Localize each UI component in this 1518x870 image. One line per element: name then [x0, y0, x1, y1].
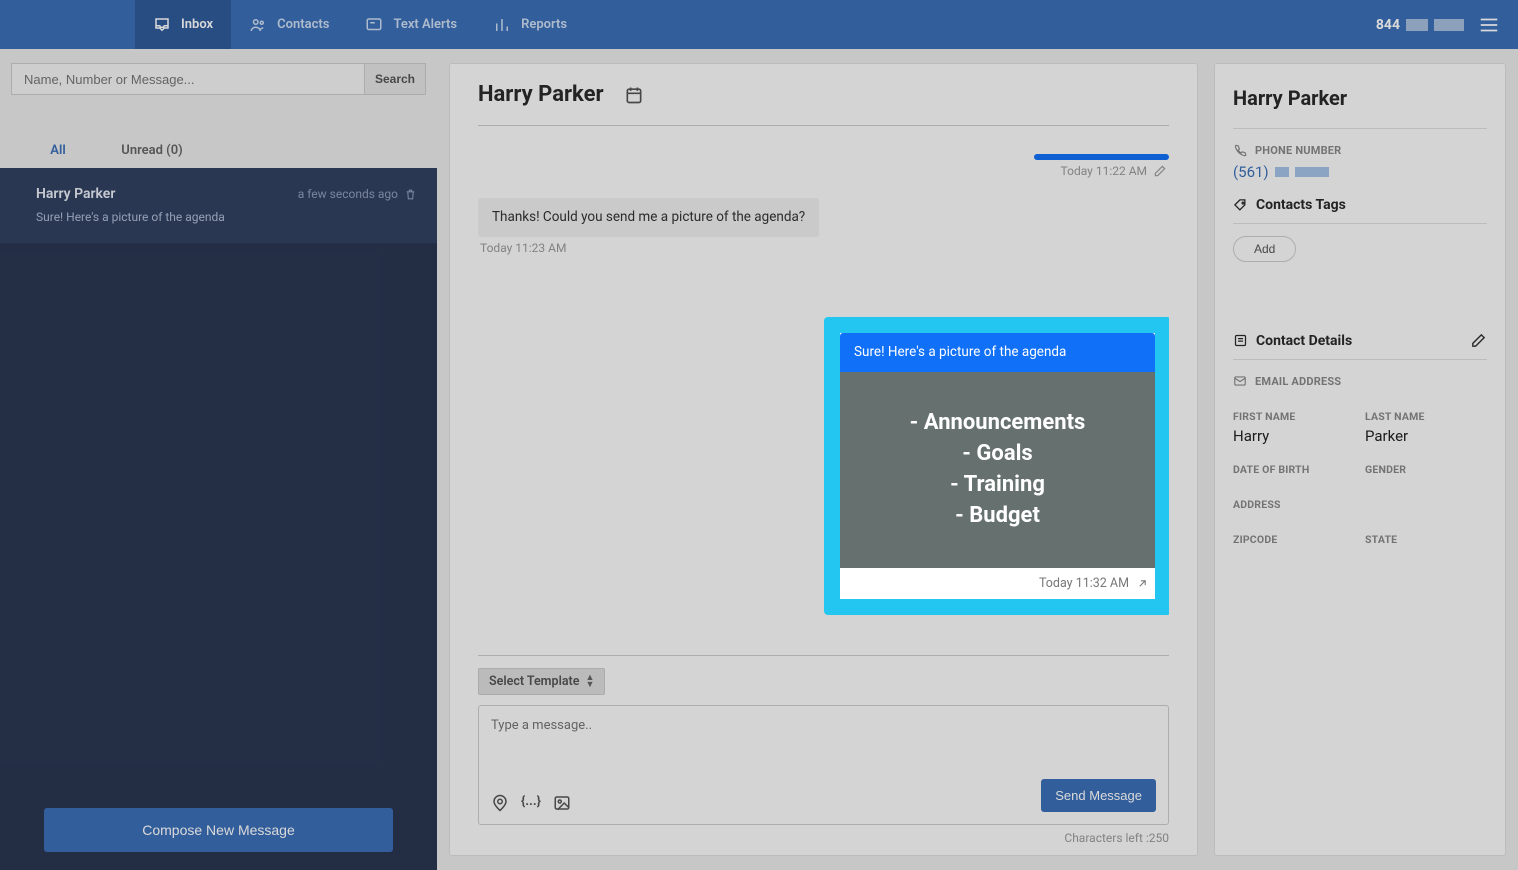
conversation-list: Harry Parker a few seconds ago Sure! Her…: [0, 168, 437, 794]
last-name-field: LAST NAME Parker: [1365, 410, 1487, 445]
location-icon[interactable]: [491, 794, 509, 812]
gender-field: GENDER: [1365, 463, 1487, 480]
contacts-icon: [249, 16, 267, 34]
add-tag-button[interactable]: Add: [1233, 236, 1296, 262]
inbox-icon: [153, 16, 171, 34]
attached-image[interactable]: - Announcements - Goals - Training - Bud…: [840, 372, 1155, 568]
first-name-field: FIRST NAME Harry: [1233, 410, 1355, 445]
nav-inbox[interactable]: Inbox: [135, 0, 231, 49]
search-button[interactable]: Search: [364, 63, 426, 95]
calendar-icon[interactable]: [624, 85, 644, 105]
nav-text-alerts[interactable]: Text Alerts: [347, 0, 475, 49]
composer-tools: {...}: [491, 794, 571, 812]
highlight-box: Sure! Here's a picture of the agenda - A…: [826, 319, 1169, 613]
updown-icon: ▲▼: [585, 675, 594, 689]
reports-icon: [493, 16, 511, 34]
message-time: Today 11:23 AM: [480, 241, 566, 255]
details-icon: [1233, 333, 1248, 348]
menu-icon[interactable]: [1478, 14, 1500, 36]
sidebar: Search All Unread (0) Harry Parker a few…: [0, 49, 437, 870]
phone-icon: [1233, 143, 1247, 157]
address-field: ADDRESS: [1233, 498, 1487, 515]
messages: Today 11:22 AM Thanks! Could you send me…: [478, 126, 1169, 655]
state-field: STATE: [1365, 533, 1487, 550]
open-icon[interactable]: [1136, 577, 1149, 590]
compose-button[interactable]: Compose New Message: [44, 808, 393, 852]
conversation-item[interactable]: Harry Parker a few seconds ago Sure! Her…: [0, 168, 437, 243]
nav-contacts[interactable]: Contacts: [231, 0, 347, 49]
account-number: 844: [1376, 17, 1464, 33]
message-time: Today 11:32 AM: [840, 568, 1155, 591]
conv-preview: Sure! Here's a picture of the agenda: [36, 210, 417, 224]
message-out-highlighted: Sure! Here's a picture of the agenda - A…: [478, 319, 1169, 613]
chat-panel: Harry Parker Today 11:22 AM Than: [449, 63, 1198, 856]
image-icon[interactable]: [553, 794, 571, 812]
composer: {...} Send Message: [478, 705, 1169, 825]
nav-reports-label: Reports: [521, 17, 567, 32]
conv-time: a few seconds ago: [298, 187, 417, 201]
send-button[interactable]: Send Message: [1041, 779, 1156, 812]
contact-details-panel: Harry Parker PHONE NUMBER (561) Contacts…: [1214, 63, 1506, 856]
message-in: Thanks! Could you send me a picture of t…: [478, 198, 1169, 269]
message-bubble: Thanks! Could you send me a picture of t…: [478, 198, 819, 237]
dob-field: DATE OF BIRTH: [1233, 463, 1355, 480]
message-bubble-redacted: [1034, 154, 1169, 160]
tag-icon: [1233, 198, 1248, 213]
nav-reports[interactable]: Reports: [475, 0, 585, 49]
delete-icon[interactable]: [404, 188, 417, 201]
characters-left: Characters left :250: [478, 831, 1169, 845]
chat-title: Harry Parker: [478, 82, 604, 107]
conv-name: Harry Parker: [36, 186, 115, 202]
message-bubble: Sure! Here's a picture of the agenda: [840, 333, 1155, 372]
nav-inbox-label: Inbox: [181, 17, 213, 32]
composer-section: Select Template ▲▼ {...}: [478, 655, 1169, 845]
contact-details-title: Contact Details: [1233, 332, 1487, 360]
search-input[interactable]: [11, 63, 364, 95]
nav-contacts-label: Contacts: [277, 17, 329, 32]
email-label: EMAIL ADDRESS: [1233, 374, 1487, 388]
nav-text-alerts-label: Text Alerts: [393, 17, 457, 32]
primary-nav: Inbox Contacts Text Alerts Reports: [0, 0, 585, 49]
edit-icon[interactable]: [1153, 164, 1167, 178]
topbar-right: 844: [1376, 14, 1500, 36]
chat-header: Harry Parker: [478, 82, 1169, 126]
message-out: Today 11:22 AM: [478, 154, 1169, 192]
contact-name: Harry Parker: [1233, 86, 1487, 129]
edit-details-icon[interactable]: [1470, 332, 1487, 349]
text-alerts-icon: [365, 16, 383, 34]
topbar: Inbox Contacts Text Alerts Reports 844: [0, 0, 1518, 49]
template-select[interactable]: Select Template ▲▼: [478, 668, 605, 695]
zipcode-field: ZIPCODE: [1233, 533, 1355, 550]
phone-number[interactable]: (561): [1233, 163, 1487, 181]
message-time: Today 11:22 AM: [1061, 164, 1167, 178]
phone-label: PHONE NUMBER: [1233, 143, 1487, 157]
message-input[interactable]: [491, 718, 1156, 778]
variable-icon[interactable]: {...}: [521, 794, 541, 812]
email-icon: [1233, 374, 1247, 388]
search-bar: Search: [11, 63, 426, 95]
contacts-tags-title: Contacts Tags: [1233, 197, 1487, 224]
